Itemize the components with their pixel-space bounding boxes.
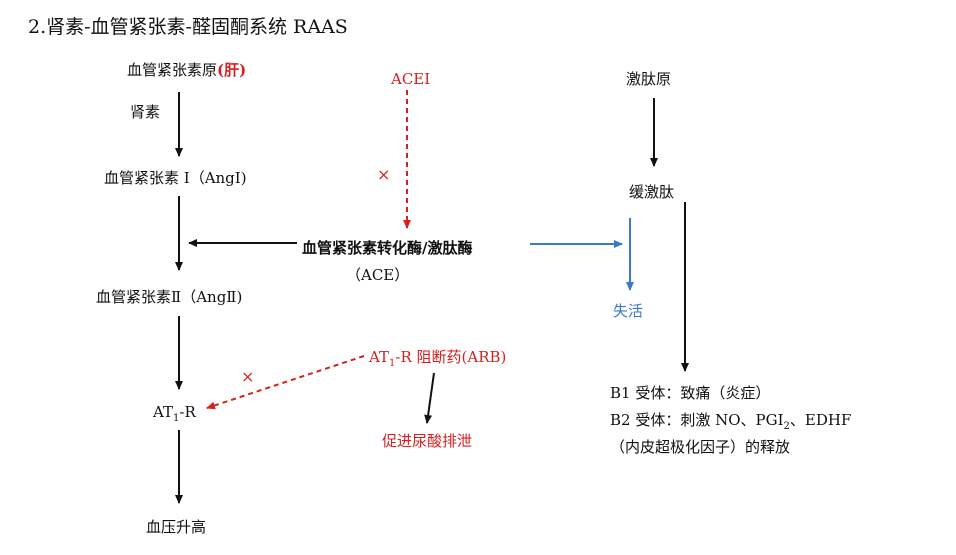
arrow-arb-to-at1r	[206, 355, 365, 410]
arrow-arb-to-uric	[424, 372, 435, 424]
pathway-arrows	[175, 90, 689, 504]
